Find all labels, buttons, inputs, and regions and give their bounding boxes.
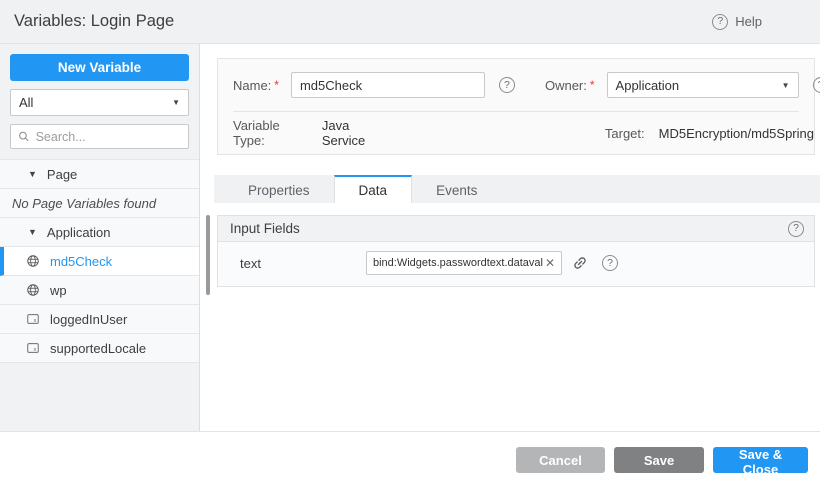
required-asterisk: *	[590, 78, 595, 92]
target-label: Target:	[605, 126, 645, 141]
input-field-row: text ✕ ?	[218, 250, 814, 276]
tree-item-label: loggedInUser	[50, 312, 127, 327]
name-label: Name:	[233, 78, 271, 93]
tree-group-page[interactable]: ▼ Page	[0, 160, 199, 189]
chevron-down-icon: ▼	[782, 81, 790, 90]
field-help-icon[interactable]: ?	[602, 255, 618, 271]
tab-properties[interactable]: Properties	[224, 175, 334, 203]
variable-detail-panel: Name: * ? Owner: * Application ▼ ?	[214, 44, 820, 431]
link-icon	[569, 252, 592, 275]
type-target-row: Variable Type: Java Service Target: MD5E…	[218, 112, 814, 154]
owner-help-icon[interactable]: ?	[813, 77, 820, 93]
service-globe-icon	[26, 254, 40, 268]
svg-text:x: x	[33, 347, 36, 353]
save-button[interactable]: Save	[614, 447, 704, 473]
tree-group-application[interactable]: ▼ Application	[0, 218, 199, 247]
help-link[interactable]: ? Help	[712, 14, 762, 30]
variable-icon: x	[26, 312, 40, 326]
input-fields-help-icon[interactable]: ?	[788, 221, 804, 237]
tab-data[interactable]: Data	[334, 175, 413, 203]
target-group: Target: MD5Encryption/md5Spring	[605, 126, 814, 141]
page-variables-empty-message: No Page Variables found	[0, 189, 199, 218]
variables-tree: ▼ Page No Page Variables found ▼ Applica…	[0, 159, 199, 363]
tree-item-label: supportedLocale	[50, 341, 146, 356]
collapse-arrow-icon: ▼	[28, 169, 37, 179]
bind-expression-input[interactable]	[373, 257, 543, 269]
name-input[interactable]	[291, 72, 485, 98]
tree-item-wp[interactable]: wp	[0, 276, 199, 305]
dialog-footer: Cancel Save Save & Close	[0, 431, 820, 488]
name-help-icon[interactable]: ?	[499, 77, 515, 93]
tree-group-label: Application	[47, 225, 111, 240]
required-asterisk: *	[274, 78, 279, 92]
owner-label: Owner:	[545, 78, 587, 93]
variable-type-label: Variable Type:	[233, 118, 308, 148]
variable-type-value: Java Service	[322, 118, 390, 148]
tree-item-label: wp	[50, 283, 67, 298]
section-title: Input Fields	[230, 221, 300, 236]
owner-select[interactable]: Application ▼	[607, 72, 799, 98]
help-label: Help	[735, 14, 762, 29]
page-title: Variables: Login Page	[0, 12, 174, 31]
tree-item-md5check[interactable]: md5Check	[0, 247, 199, 276]
input-fields-body: text ✕ ?	[218, 242, 814, 286]
collapse-arrow-icon: ▼	[28, 227, 37, 237]
variable-summary-box: Name: * ? Owner: * Application ▼ ?	[217, 58, 815, 155]
dialog-header: Variables: Login Page ? Help	[0, 0, 820, 44]
search-box	[10, 124, 189, 149]
service-globe-icon	[26, 283, 40, 297]
cancel-button[interactable]: Cancel	[516, 447, 605, 473]
search-icon	[18, 130, 30, 143]
owner-group: Owner: * Application ▼ ?	[545, 72, 820, 98]
filter-selected-value: All	[19, 95, 33, 110]
owner-selected-value: Application	[616, 78, 680, 93]
tab-events[interactable]: Events	[412, 175, 501, 203]
chevron-down-icon: ▼	[172, 98, 180, 107]
bind-expression-field: ✕	[366, 251, 562, 275]
svg-text:x: x	[33, 318, 36, 324]
dialog-body: New Variable All ▼ ▼ Page No Page Variab…	[0, 44, 820, 431]
variable-icon: x	[26, 341, 40, 355]
search-input[interactable]	[36, 130, 181, 144]
clear-binding-icon[interactable]: ✕	[543, 257, 557, 269]
save-and-close-button[interactable]: Save & Close	[713, 447, 808, 473]
panel-divider	[200, 44, 214, 431]
new-variable-button[interactable]: New Variable	[10, 54, 189, 81]
detail-tabbar: Properties Data Events	[214, 175, 820, 203]
variables-sidebar: New Variable All ▼ ▼ Page No Page Variab…	[0, 44, 200, 431]
variable-filter-select[interactable]: All ▼	[10, 89, 189, 116]
help-icon: ?	[712, 14, 728, 30]
input-fields-header: Input Fields ?	[218, 216, 814, 242]
tree-item-supportedlocale[interactable]: x supportedLocale	[0, 334, 199, 363]
target-value: MD5Encryption/md5Spring	[659, 126, 814, 141]
tree-group-label: Page	[47, 167, 77, 182]
tree-item-loggedinuser[interactable]: x loggedInUser	[0, 305, 199, 334]
bind-link-button[interactable]	[572, 255, 588, 271]
tree-item-label: md5Check	[50, 254, 112, 269]
sidebar-empty-area	[0, 363, 199, 431]
input-fields-section: Input Fields ? text ✕	[217, 215, 815, 287]
variables-dialog: Variables: Login Page ? Help New Variabl…	[0, 0, 820, 488]
vertical-scrollbar[interactable]	[206, 215, 210, 295]
name-owner-row: Name: * ? Owner: * Application ▼ ?	[218, 59, 814, 111]
field-label: text	[218, 256, 366, 271]
